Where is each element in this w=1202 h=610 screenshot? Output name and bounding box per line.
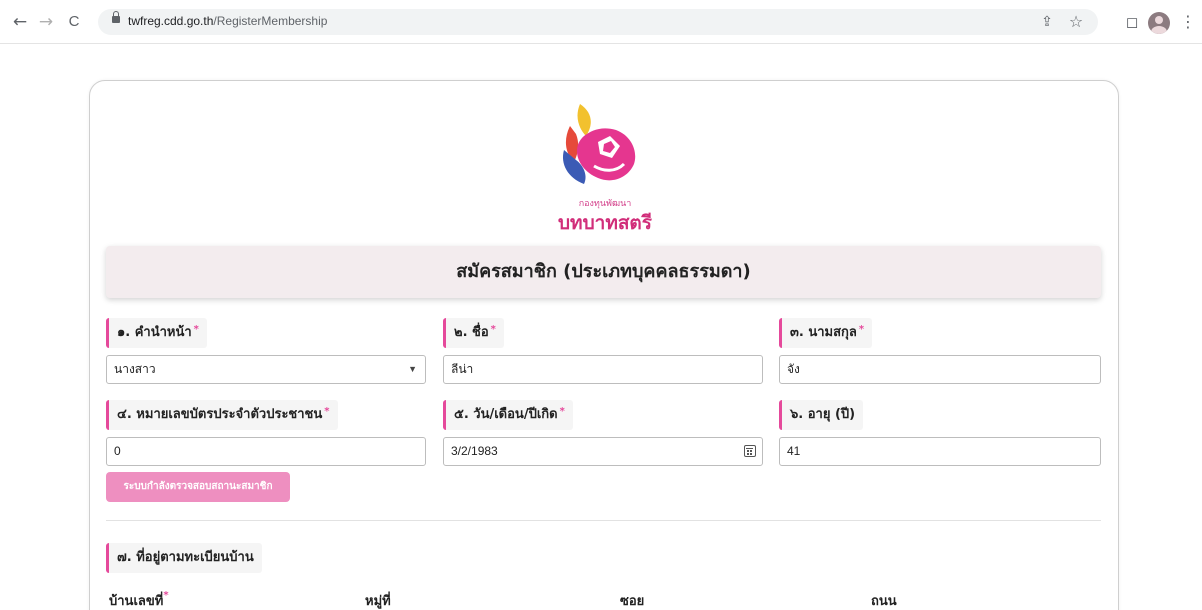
member-status-button[interactable]: ระบบกำลังตรวจสอบสถานะสมาชิก	[106, 472, 290, 502]
required-mark: *	[324, 406, 330, 417]
id-card-label-text: ๔. หมายเลขบัตรประจำตัวประชาชน	[117, 407, 323, 422]
house-no-label-text: บ้านเลขที่	[109, 594, 164, 609]
page-title: สมัครสมาชิก (ประเภทบุคคลธรรมดา)	[456, 261, 751, 282]
fund-logo: กองทุนพัฒนา บทบาทสตรี	[550, 96, 660, 234]
required-mark: *	[193, 324, 199, 335]
menu-icon[interactable]: ⋮	[1178, 12, 1198, 32]
moo-label: หมู่ที่	[365, 594, 391, 609]
birth-date-input[interactable]: 3/2/1983	[443, 437, 763, 466]
back-arrow-icon[interactable]: ←	[10, 12, 30, 32]
soi-label: ซอย	[620, 594, 645, 609]
last-name-label: ๓. นามสกุล *	[779, 318, 873, 348]
age-label: ๖. อายุ (ปี)	[779, 400, 864, 430]
url-domain: twfreg.cdd.go.th	[128, 14, 214, 28]
required-mark: *	[559, 406, 565, 417]
road-label: ถนน	[871, 594, 897, 609]
birth-date-label: ๕. วัน/เดือน/ปีเกิด *	[443, 400, 573, 430]
url-path: /RegisterMembership	[213, 14, 328, 28]
address-section-label-text: ๗. ที่อยู่ตามทะเบียนบ้าน	[117, 550, 254, 565]
reload-icon[interactable]: C	[64, 12, 84, 32]
required-mark: *	[490, 324, 496, 335]
page-title-bar: สมัครสมาชิก (ประเภทบุคคลธรรมดา)	[106, 246, 1101, 298]
chevron-down-icon: ▼	[408, 364, 417, 374]
address-section-label: ๗. ที่อยู่ตามทะเบียนบ้าน	[106, 543, 262, 573]
lock-icon	[112, 11, 120, 23]
required-mark: *	[858, 324, 865, 335]
prefix-value: นางสาว	[114, 362, 156, 376]
section-divider	[106, 520, 1101, 521]
required-mark: *	[163, 590, 169, 601]
birth-date-value: 3/2/1983	[451, 444, 498, 458]
id-card-label: ๔. หมายเลขบัตรประจำตัวประชาชน *	[106, 400, 338, 430]
first-name-label: ๒. ชื่อ *	[443, 318, 504, 348]
age-label-text: ๖. อายุ (ปี)	[790, 407, 856, 422]
address-bar[interactable]: twfreg.cdd.go.th/RegisterMembership	[98, 9, 1098, 35]
browser-toolbar: ← → C twfreg.cdd.go.th/RegisterMembershi…	[0, 0, 1202, 44]
profile-avatar[interactable]	[1148, 12, 1170, 34]
forward-arrow-icon[interactable]: →	[36, 12, 56, 32]
share-icon[interactable]: ⇪	[1037, 12, 1057, 32]
prefix-label-text: ๑. คำนำหน้า	[117, 325, 192, 340]
prefix-label: ๑. คำนำหน้า *	[106, 318, 207, 348]
logo-text: บทบาทสตรี	[558, 212, 652, 234]
side-panel-icon[interactable]: ◻	[1122, 12, 1142, 32]
id-card-input[interactable]: 0	[106, 437, 426, 466]
age-input[interactable]: 41	[779, 437, 1101, 466]
bookmark-star-icon[interactable]: ☆	[1066, 12, 1086, 32]
birth-date-label-text: ๕. วัน/เดือน/ปีเกิด	[454, 407, 558, 422]
last-name-label-text: ๓. นามสกุล	[790, 325, 857, 340]
logo-emblem-icon	[562, 104, 636, 184]
first-name-input[interactable]: ลีน่า	[443, 355, 763, 384]
house-no-label: บ้านเลขที่*	[109, 590, 169, 610]
last-name-input[interactable]: จัง	[779, 355, 1101, 384]
prefix-select[interactable]: นางสาว ▼	[106, 355, 426, 384]
url-text: twfreg.cdd.go.th/RegisterMembership	[128, 14, 327, 28]
first-name-label-text: ๒. ชื่อ	[454, 325, 489, 340]
calendar-icon[interactable]	[744, 445, 756, 457]
